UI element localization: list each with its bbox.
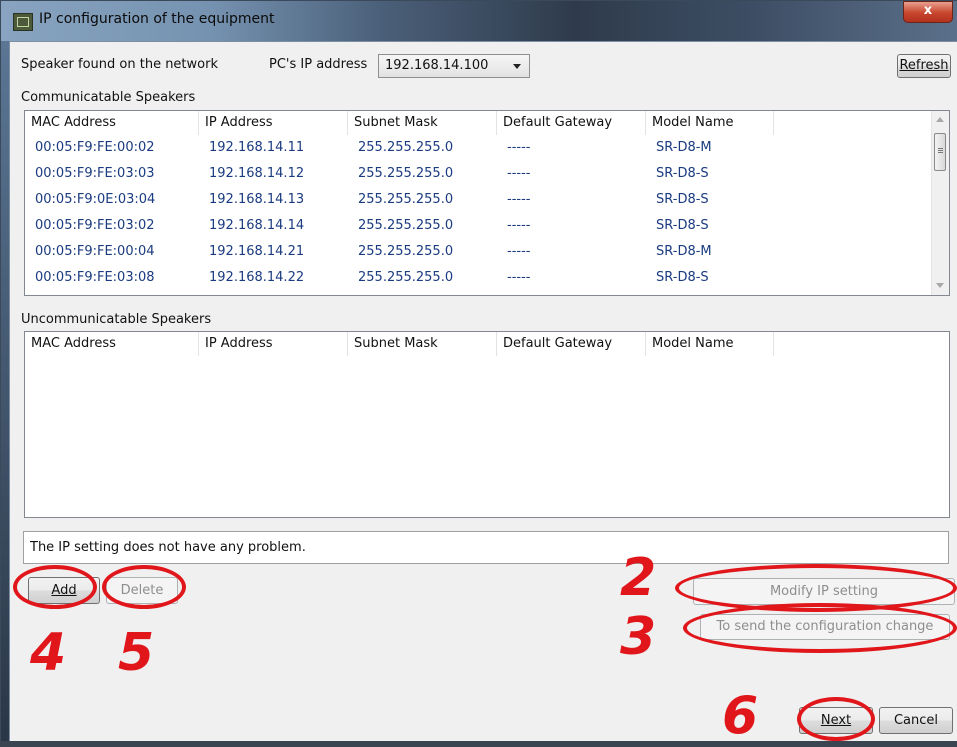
cell-gateway: -----: [507, 218, 531, 233]
communicatable-scrollbar[interactable]: [931, 111, 949, 295]
delete-label: Delete: [120, 583, 164, 598]
column-header-ip[interactable]: IP Address: [199, 111, 348, 135]
window-title: IP configuration of the equipment: [39, 11, 275, 27]
scroll-thumb[interactable]: [934, 133, 946, 171]
column-header-subnet[interactable]: Subnet Mask: [348, 332, 497, 356]
refresh-label: Refresh: [899, 58, 949, 73]
pc-ip-value: 192.168.14.100: [385, 58, 489, 73]
refresh-button[interactable]: Refresh: [897, 54, 951, 78]
pc-ip-dropdown[interactable]: 192.168.14.100: [378, 54, 530, 78]
table-row[interactable]: 00:05:F9:FE:03:03 192.168.14.12 255.255.25…: [25, 161, 949, 187]
annotation-number-2: 2: [620, 548, 657, 608]
cell-ip: 192.168.14.12: [209, 166, 305, 181]
cell-mac: 00:05:F9:FE:00:04: [35, 244, 155, 259]
cell-model: SR-D8-S: [656, 218, 709, 233]
cell-mac: 00:05:F9:0E:03:04: [35, 192, 156, 207]
communicatable-title: Communicatable Speakers: [21, 90, 196, 105]
column-header-gateway[interactable]: Default Gateway: [497, 332, 646, 356]
modify-ip-button[interactable]: Modify IP setting: [693, 578, 955, 605]
cell-subnet: 255.255.255.0: [358, 244, 454, 259]
column-header-subnet[interactable]: Subnet Mask: [348, 111, 497, 135]
cell-ip: 192.168.14.14: [209, 218, 305, 233]
cell-subnet: 255.255.255.0: [358, 140, 454, 155]
annotation-number-5: 5: [118, 623, 155, 683]
scroll-down-icon[interactable]: [936, 283, 944, 288]
cell-mac: 00:05:F9:FE:00:02: [35, 140, 155, 155]
table-row[interactable]: 00:05:F9:FE:00:04 192.168.14.21 255.255.25…: [25, 239, 949, 265]
cell-subnet: 255.255.255.0: [358, 166, 454, 181]
cell-gateway: -----: [507, 270, 531, 285]
table-row[interactable]: 00:05:F9:FE:03:08 192.168.14.22 255.255.25…: [25, 265, 949, 291]
cancel-label: Cancel: [893, 713, 939, 728]
cell-ip: 192.168.14.13: [209, 192, 305, 207]
add-label: Add: [51, 583, 77, 598]
cell-mac: 00:05:F9:FE:03:03: [35, 166, 155, 181]
close-button[interactable]: x: [903, 1, 953, 23]
cell-ip: 192.168.14.21: [209, 244, 305, 259]
add-button[interactable]: Add: [28, 577, 100, 604]
uncommunicatable-header: MAC Address IP Address Subnet Mask Defau…: [25, 332, 949, 356]
cell-subnet: 255.255.255.0: [358, 192, 454, 207]
cell-ip: 192.168.14.11: [209, 140, 305, 155]
uncommunicatable-list[interactable]: MAC Address IP Address Subnet Mask Defau…: [24, 331, 950, 518]
column-header-mac[interactable]: MAC Address: [25, 111, 199, 135]
table-row[interactable]: 00:05:F9:FE:03:02 192.168.14.14 255.255.25…: [25, 213, 949, 239]
cell-mac: 00:05:F9:FE:03:02: [35, 218, 155, 233]
send-config-button[interactable]: To send the configuration change: [700, 614, 950, 640]
cell-model: SR-D8-M: [656, 140, 712, 155]
annotation-number-4: 4: [30, 623, 67, 683]
grip-icon: [938, 148, 943, 149]
annotation-number-3: 3: [620, 607, 657, 667]
cell-gateway: -----: [507, 166, 531, 181]
cell-mac: 00:05:F9:FE:03:08: [35, 270, 155, 285]
cell-gateway: -----: [507, 192, 531, 207]
cell-model: SR-D8-S: [656, 270, 709, 285]
cell-model: SR-D8-S: [656, 166, 709, 181]
send-config-label: To send the configuration change: [716, 619, 934, 634]
status-message: The IP setting does not have any problem…: [23, 531, 949, 564]
title-bar: IP configuration of the equipment x: [1, 1, 957, 41]
speaker-found-label: Speaker found on the network: [21, 57, 218, 72]
communicatable-header: MAC Address IP Address Subnet Mask Defau…: [25, 111, 949, 135]
cell-ip: 192.168.14.22: [209, 270, 305, 285]
column-header-ip[interactable]: IP Address: [199, 332, 348, 356]
column-header-model[interactable]: Model Name: [646, 111, 774, 135]
column-header-gateway[interactable]: Default Gateway: [497, 111, 646, 135]
table-row[interactable]: 00:05:F9:0E:03:04 192.168.14.13 255.255.25…: [25, 187, 949, 213]
communicatable-list[interactable]: MAC Address IP Address Subnet Mask Defau…: [24, 110, 950, 296]
window-bottom-edge: [0, 741, 957, 747]
app-icon: [13, 13, 33, 31]
next-button[interactable]: Next: [799, 707, 873, 734]
cancel-button[interactable]: Cancel: [879, 707, 953, 734]
delete-button[interactable]: Delete: [106, 577, 178, 604]
next-label: Next: [820, 713, 852, 728]
table-row[interactable]: 00:05:F9:FE:00:02 192.168.14.11 255.255.25…: [25, 135, 949, 161]
cell-gateway: -----: [507, 140, 531, 155]
annotation-number-6: 6: [722, 686, 759, 746]
column-header-mac[interactable]: MAC Address: [25, 332, 199, 356]
chevron-down-icon: [513, 64, 521, 69]
cell-subnet: 255.255.255.0: [358, 218, 454, 233]
column-header-model[interactable]: Model Name: [646, 332, 774, 356]
scroll-up-icon[interactable]: [936, 117, 944, 122]
cell-gateway: -----: [507, 244, 531, 259]
pc-ip-label: PC's IP address: [269, 57, 368, 72]
cell-model: SR-D8-M: [656, 244, 712, 259]
modify-ip-label: Modify IP setting: [769, 584, 879, 599]
uncommunicatable-title: Uncommunicatable Speakers: [21, 312, 212, 327]
cell-model: SR-D8-S: [656, 192, 709, 207]
cell-subnet: 255.255.255.0: [358, 270, 454, 285]
